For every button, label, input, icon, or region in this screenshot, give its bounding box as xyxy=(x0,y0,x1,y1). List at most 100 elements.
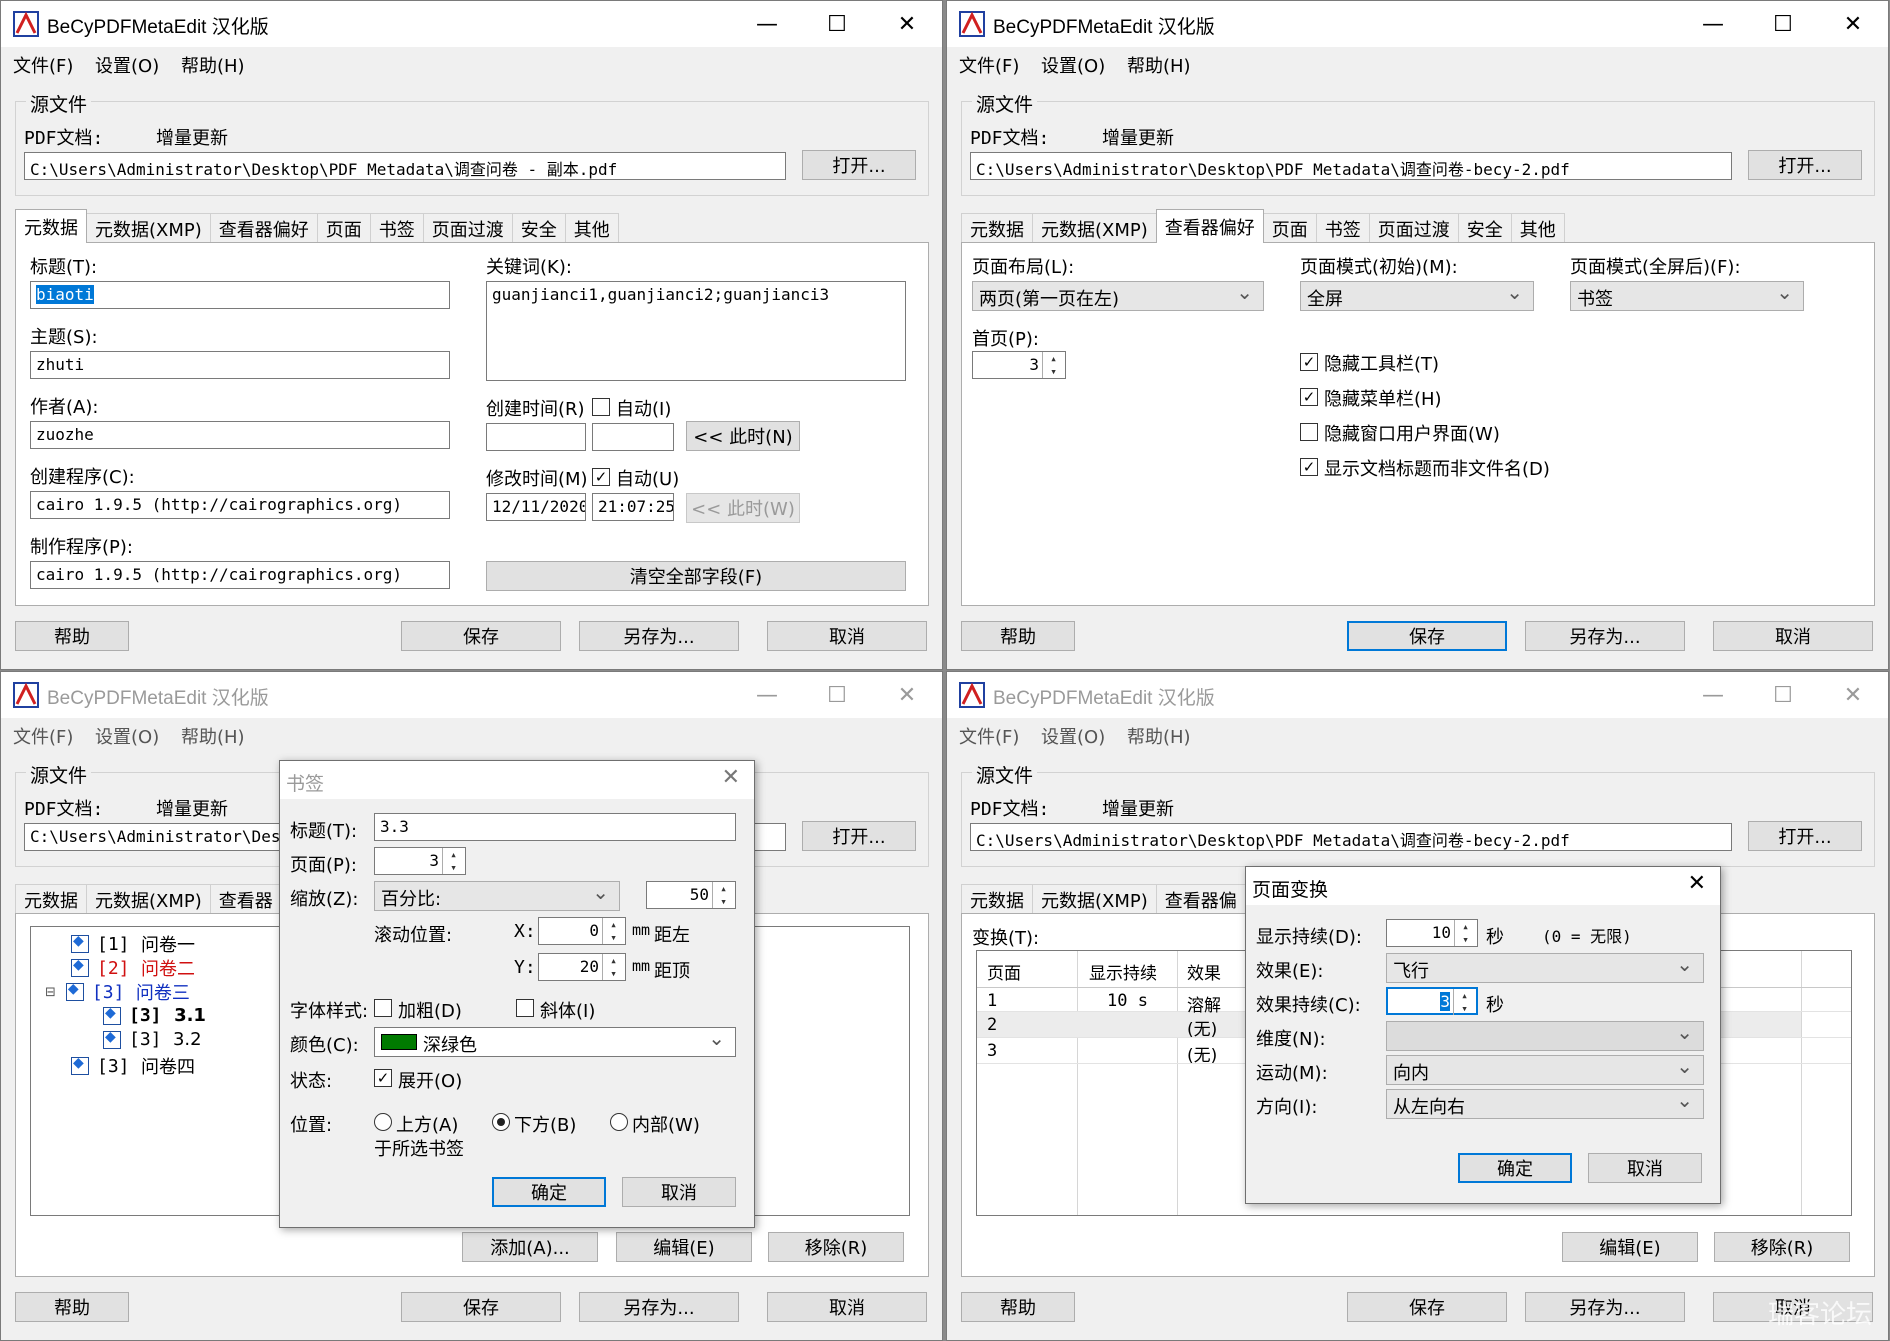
bm-title-input[interactable]: 3.3 xyxy=(374,813,736,841)
tr-effect-select[interactable]: 飞行 xyxy=(1386,952,1704,983)
menu-help[interactable]: 帮助(H) xyxy=(181,723,245,749)
created-time-input[interactable] xyxy=(592,423,674,451)
maximize-icon[interactable]: ☐ xyxy=(1748,672,1818,718)
maximize-icon[interactable]: ☐ xyxy=(1748,1,1818,47)
bm-page-spinner[interactable]: 3 xyxy=(374,847,466,875)
bm-bold-checkbox[interactable] xyxy=(374,999,392,1017)
minimize-icon[interactable]: — xyxy=(732,672,802,718)
bm-pos-above-radio[interactable] xyxy=(374,1113,392,1131)
bm-cancel-button[interactable]: 取消 xyxy=(622,1177,736,1207)
bm-x-spinner[interactable]: 0 xyxy=(538,917,626,945)
tab-xmp[interactable]: 元数据(XMP) xyxy=(86,884,211,914)
bm-pos-below-radio[interactable] xyxy=(492,1113,510,1131)
menu-file[interactable]: 文件(F) xyxy=(13,723,73,749)
close-icon[interactable]: ✕ xyxy=(872,672,942,718)
producer-input[interactable]: cairo 1.9.5 (http://cairographics.org) xyxy=(30,561,450,589)
tr-edur-spinner[interactable]: 3 xyxy=(1386,987,1478,1015)
tab-other[interactable]: 其他 xyxy=(1510,213,1565,243)
close-icon[interactable]: ✕ xyxy=(1818,672,1888,718)
bm-zoom-select[interactable]: 百分比: xyxy=(374,880,620,911)
tree-item[interactable]: [2] 问卷二 xyxy=(71,955,195,981)
close-icon[interactable]: ✕ xyxy=(1688,871,1706,896)
tab-xmp[interactable]: 元数据(XMP) xyxy=(1032,213,1157,243)
close-icon[interactable]: ✕ xyxy=(722,765,740,790)
tree-item[interactable]: [1] 问卷一 xyxy=(71,931,195,957)
tab-metadata[interactable]: 元数据 xyxy=(961,884,1033,914)
tr-ok-button[interactable]: 确定 xyxy=(1458,1153,1572,1183)
tab-metadata[interactable]: 元数据 xyxy=(15,209,87,243)
bm-color-select[interactable]: 深绿色 xyxy=(374,1026,736,1057)
hide-toolbar-checkbox[interactable]: ✓ xyxy=(1300,353,1318,371)
open-button[interactable]: 打开... xyxy=(802,821,916,851)
bm-italic-checkbox[interactable] xyxy=(516,999,534,1017)
menu-help[interactable]: 帮助(H) xyxy=(1127,723,1191,749)
save-button[interactable]: 保存 xyxy=(1347,1292,1507,1322)
modified-time-input[interactable]: 21:07:25 xyxy=(592,493,674,521)
tr-dim-select[interactable] xyxy=(1386,1020,1704,1051)
tab-pages[interactable]: 页面 xyxy=(1262,213,1317,243)
help-button[interactable]: 帮助 xyxy=(961,1292,1075,1322)
help-button[interactable]: 帮助 xyxy=(15,621,129,651)
minimize-icon[interactable]: — xyxy=(732,1,802,47)
pdf-path-input[interactable]: C:\Users\Administrator\Desktop\PDF Metad… xyxy=(970,823,1732,851)
tab-bookmarks[interactable]: 书签 xyxy=(369,213,424,243)
edit-bookmark-button[interactable]: 编辑(E) xyxy=(616,1232,752,1262)
save-button[interactable]: 保存 xyxy=(401,621,561,651)
save-as-button[interactable]: 另存为... xyxy=(1525,1292,1685,1322)
help-button[interactable]: 帮助 xyxy=(15,1292,129,1322)
tree-item[interactable]: ⊟ [3] 问卷三 xyxy=(45,979,190,1005)
save-as-button[interactable]: 另存为... xyxy=(1525,621,1685,651)
menu-settings[interactable]: 设置(O) xyxy=(1041,723,1105,749)
show-title-checkbox[interactable]: ✓ xyxy=(1300,458,1318,476)
dialog-title-bar[interactable]: 页面变换 ✕ xyxy=(1246,867,1720,905)
tab-bookmarks[interactable]: 书签 xyxy=(1315,213,1370,243)
hide-menubar-checkbox[interactable]: ✓ xyxy=(1300,388,1318,406)
add-bookmark-button[interactable]: 添加(A)... xyxy=(462,1232,598,1262)
fsmode-select[interactable]: 书签 xyxy=(1570,280,1804,311)
title-bar[interactable]: BeCyPDFMetaEdit 汉化版 — ☐ ✕ xyxy=(1,1,942,47)
creator-input[interactable]: cairo 1.9.5 (http://cairographics.org) xyxy=(30,491,450,519)
tab-viewer[interactable]: 查看器 xyxy=(209,884,282,914)
minimize-icon[interactable]: — xyxy=(1678,1,1748,47)
maximize-icon[interactable]: ☐ xyxy=(802,1,872,47)
menu-help[interactable]: 帮助(H) xyxy=(181,52,245,78)
modified-date-input[interactable]: 12/11/2020 xyxy=(486,493,586,521)
cancel-button[interactable]: 取消 xyxy=(1713,621,1873,651)
tr-motion-select[interactable]: 向内 xyxy=(1386,1054,1704,1085)
tree-item[interactable]: [3] 3.1 xyxy=(103,1005,206,1026)
help-button[interactable]: 帮助 xyxy=(961,621,1075,651)
minimize-icon[interactable]: — xyxy=(1678,672,1748,718)
tab-other[interactable]: 其他 xyxy=(564,213,619,243)
title-bar[interactable]: BeCyPDFMetaEdit 汉化版 — ☐ ✕ xyxy=(947,1,1888,47)
dialog-title-bar[interactable]: 书签 ✕ xyxy=(280,761,754,799)
clear-fields-button[interactable]: 清空全部字段(F) xyxy=(486,561,906,591)
cancel-button[interactable]: 取消 xyxy=(767,1292,927,1322)
tab-security[interactable]: 安全 xyxy=(511,213,566,243)
keywords-textarea[interactable]: guanjianci1,guanjianci2;guanjianci3 xyxy=(486,281,906,381)
remove-transition-button[interactable]: 移除(R) xyxy=(1714,1232,1850,1262)
close-icon[interactable]: ✕ xyxy=(872,1,942,47)
hide-ui-checkbox[interactable] xyxy=(1300,423,1318,441)
edit-transition-button[interactable]: 编辑(E) xyxy=(1562,1232,1698,1262)
remove-bookmark-button[interactable]: 移除(R) xyxy=(768,1232,904,1262)
subject-input[interactable]: zhuti xyxy=(30,351,450,379)
collapse-icon[interactable]: ⊟ xyxy=(45,985,56,1000)
bm-y-spinner[interactable]: 20 xyxy=(538,953,626,981)
open-button[interactable]: 打开... xyxy=(1748,150,1862,180)
save-button[interactable]: 保存 xyxy=(1347,621,1507,651)
close-icon[interactable]: ✕ xyxy=(1818,1,1888,47)
layout-select[interactable]: 两页(第一页在左) xyxy=(972,280,1264,311)
tree-item[interactable]: [3] 3.2 xyxy=(103,1029,202,1050)
tab-transitions[interactable]: 页面过渡 xyxy=(1368,213,1459,243)
author-input[interactable]: zuozhe xyxy=(30,421,450,449)
title-bar[interactable]: BeCyPDFMetaEdit 汉化版 — ☐ ✕ xyxy=(947,672,1888,718)
menu-settings[interactable]: 设置(O) xyxy=(1041,52,1105,78)
maximize-icon[interactable]: ☐ xyxy=(802,672,872,718)
tab-viewer[interactable]: 查看器偏 xyxy=(1155,884,1246,914)
tab-metadata[interactable]: 元数据 xyxy=(961,213,1033,243)
save-as-button[interactable]: 另存为... xyxy=(579,1292,739,1322)
menu-settings[interactable]: 设置(O) xyxy=(95,723,159,749)
tab-xmp[interactable]: 元数据(XMP) xyxy=(1032,884,1157,914)
tab-security[interactable]: 安全 xyxy=(1457,213,1512,243)
menu-file[interactable]: 文件(F) xyxy=(959,52,1019,78)
